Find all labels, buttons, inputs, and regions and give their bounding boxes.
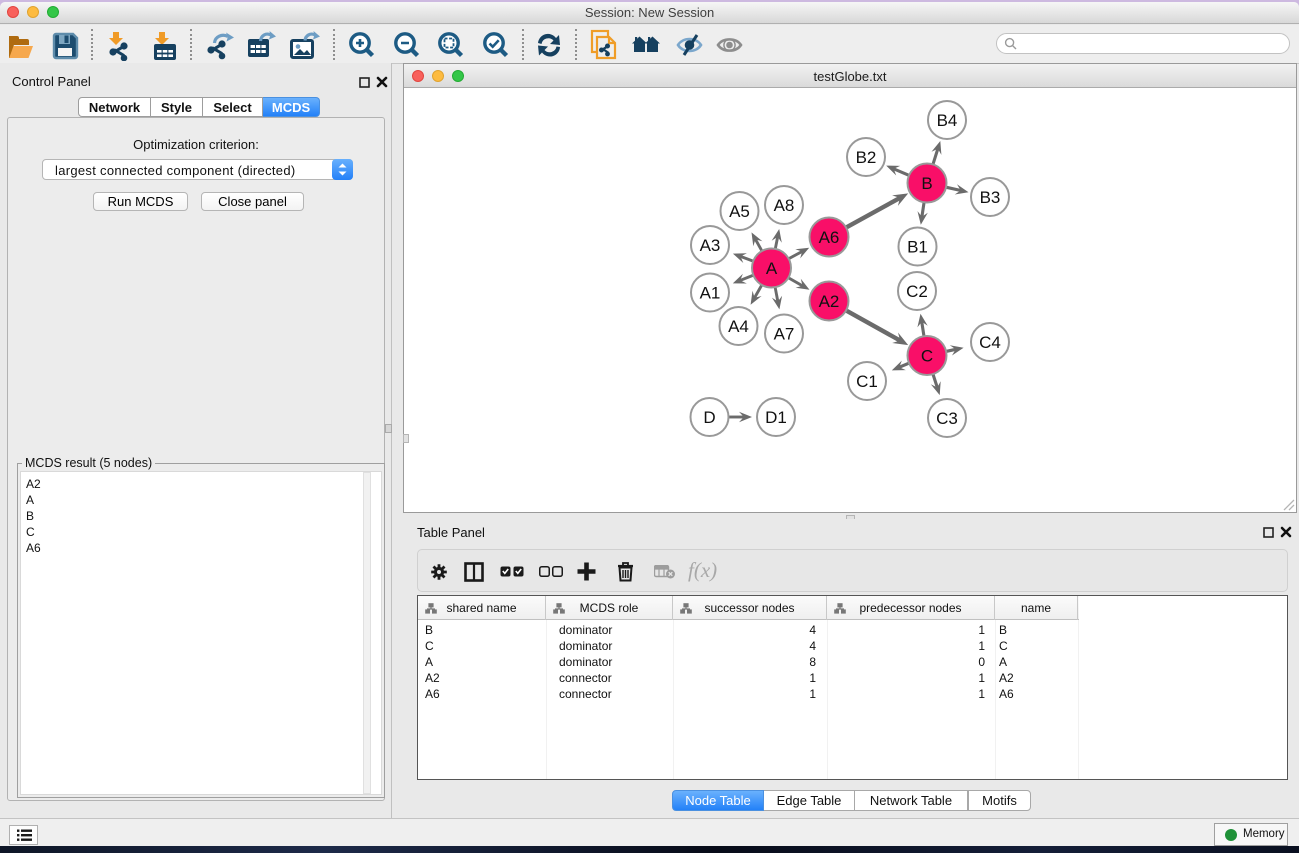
svg-text:A3: A3 [700,236,721,255]
svg-text:C1: C1 [856,372,878,391]
svg-text:A4: A4 [728,317,749,336]
svg-text:B4: B4 [937,111,958,130]
svg-text:C2: C2 [906,282,928,301]
svg-text:B2: B2 [856,148,877,167]
svg-text:A6: A6 [819,228,840,247]
svg-text:C3: C3 [936,409,958,428]
svg-text:D1: D1 [765,408,787,427]
svg-text:A8: A8 [774,196,795,215]
svg-text:A: A [766,259,778,278]
svg-text:B1: B1 [907,237,928,256]
svg-text:D: D [703,408,715,427]
svg-text:A2: A2 [819,292,840,311]
svg-text:C4: C4 [979,333,1001,352]
svg-text:A7: A7 [774,324,795,343]
svg-text:A5: A5 [729,202,750,221]
svg-text:A1: A1 [700,283,721,302]
svg-text:B: B [921,174,932,193]
svg-text:C: C [921,346,933,365]
svg-text:B3: B3 [980,188,1001,207]
